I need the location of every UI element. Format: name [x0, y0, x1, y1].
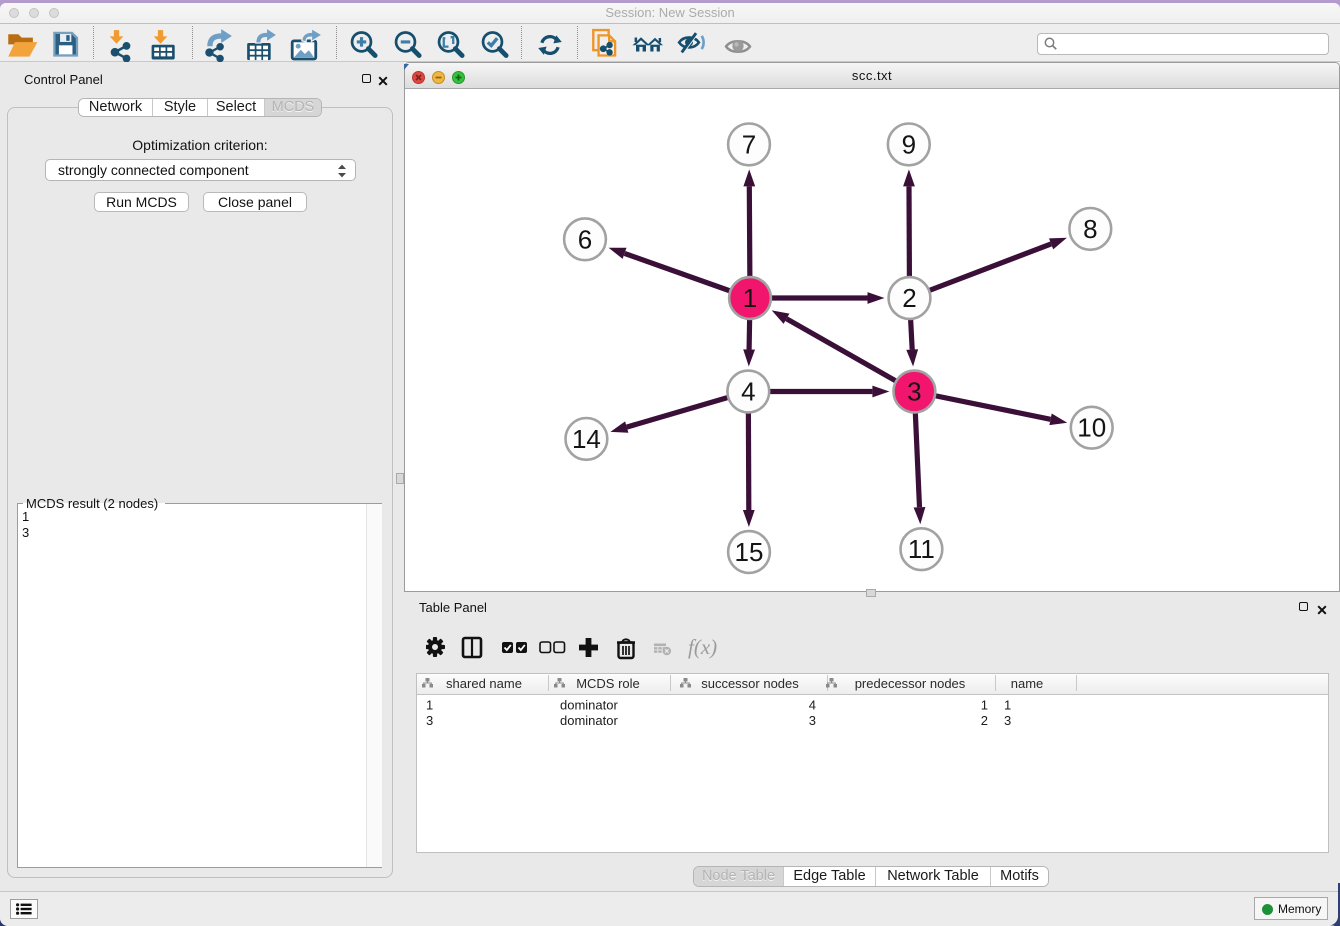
svg-text:predecessor nodes: predecessor nodes — [855, 676, 966, 691]
svg-text:MCDS role: MCDS role — [576, 676, 640, 691]
svg-text:shared name: shared name — [446, 676, 522, 691]
svg-text:15: 15 — [735, 537, 764, 567]
svg-text:1: 1 — [743, 283, 757, 313]
svg-text:14: 14 — [572, 424, 601, 454]
svg-text:7: 7 — [742, 129, 756, 159]
svg-text:dominator: dominator — [560, 713, 618, 728]
svg-text:1: 1 — [1004, 697, 1011, 712]
svg-text:dominator: dominator — [560, 697, 618, 712]
svg-text:6: 6 — [578, 224, 592, 254]
svg-text:10: 10 — [1077, 413, 1106, 443]
svg-text:4: 4 — [741, 377, 755, 407]
svg-text:name: name — [1011, 676, 1044, 691]
svg-text:f(x): f(x) — [688, 636, 717, 659]
svg-text:successor nodes: successor nodes — [701, 676, 799, 691]
svg-text:1: 1 — [981, 697, 988, 712]
svg-text:3: 3 — [809, 713, 816, 728]
svg-text:3: 3 — [1004, 713, 1011, 728]
svg-text:4: 4 — [809, 697, 816, 712]
svg-text:1: 1 — [426, 697, 433, 712]
svg-text:9: 9 — [902, 129, 916, 159]
svg-text:2: 2 — [902, 283, 916, 313]
svg-text:3: 3 — [907, 377, 921, 407]
svg-text:3: 3 — [426, 713, 433, 728]
svg-text:11: 11 — [908, 534, 935, 564]
svg-text:2: 2 — [981, 713, 988, 728]
svg-text:8: 8 — [1083, 214, 1097, 244]
